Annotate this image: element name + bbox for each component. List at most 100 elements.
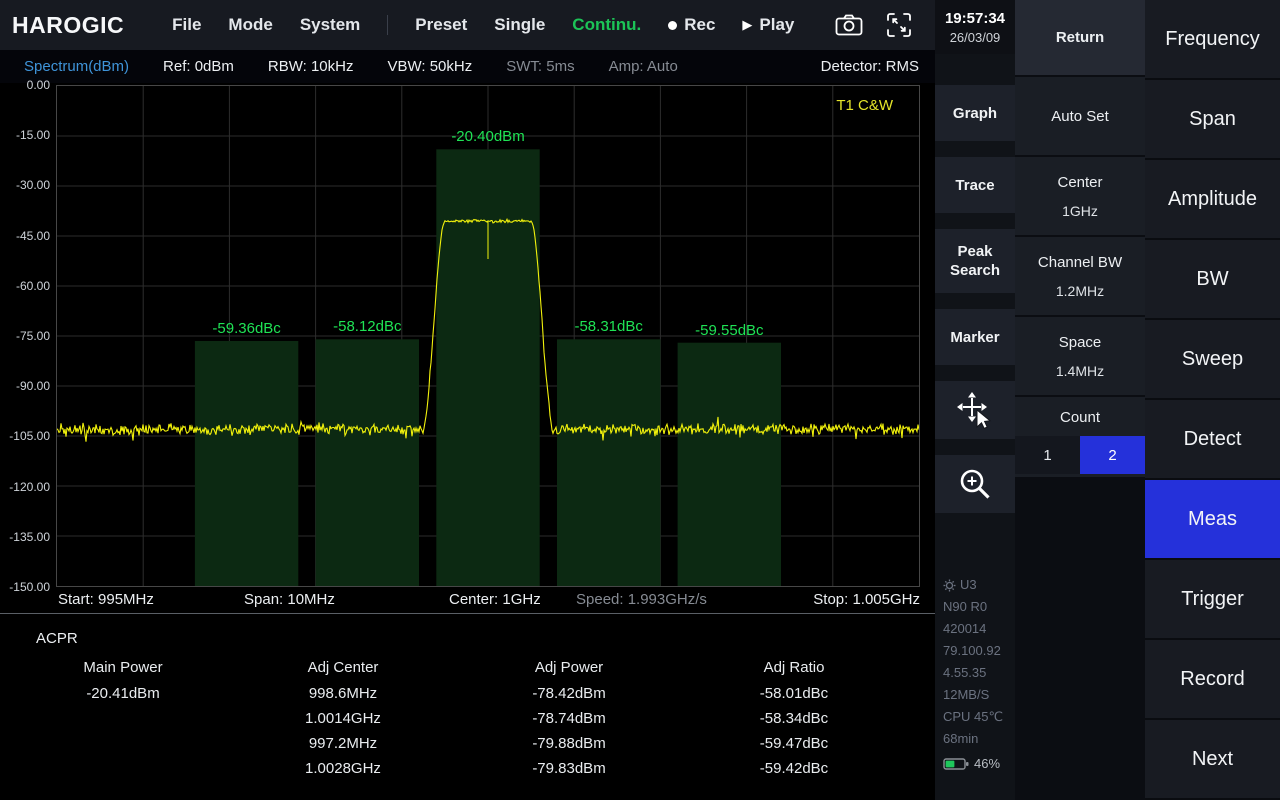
- acpr-cell-empty: [18, 756, 228, 781]
- acpr-header-adj-ratio: Adj Ratio: [680, 654, 908, 681]
- clock-date: 26/03/09: [950, 30, 1001, 45]
- y-tick-label: -75.00: [0, 329, 50, 343]
- return-button[interactable]: Return: [1015, 0, 1145, 75]
- detector-setting[interactable]: Detector: RMS: [821, 58, 919, 75]
- acpr-cell-empty: [18, 731, 228, 756]
- screenshot-button[interactable]: [831, 8, 867, 42]
- graph-button[interactable]: Graph: [935, 85, 1015, 141]
- menu-play[interactable]: ▶ Play: [742, 15, 794, 35]
- axis-span: Span: 10MHz: [244, 591, 335, 608]
- main-menubar: File Mode System Preset Single Continu. …: [172, 15, 794, 35]
- channel-power-label: -59.55dBc: [664, 322, 794, 339]
- axis-stop: Stop: 1.005GHz: [813, 591, 920, 608]
- device-status: U3 N90 R0 420014 79.100.92 4.55.35 12MB/…: [935, 574, 1015, 775]
- menu-next[interactable]: Next: [1145, 720, 1280, 800]
- y-tick-label: -135.00: [0, 530, 50, 544]
- menu-mode[interactable]: Mode: [228, 15, 272, 35]
- acpr-panel: ACPR Main Power Adj Center Adj Power Adj…: [0, 616, 935, 800]
- topbar-icons: [831, 8, 917, 42]
- ref-level[interactable]: Ref: 0dBm: [163, 58, 234, 75]
- menu-rec-label: Rec: [684, 15, 715, 35]
- acpr-cell: -78.74dBm: [458, 706, 680, 731]
- channel-power-label: -58.31dBc: [544, 318, 674, 335]
- channel-bw-button[interactable]: Channel BW 1.2MHz: [1015, 237, 1145, 315]
- trace-button[interactable]: Trace: [935, 157, 1015, 213]
- acpr-cell: -79.83dBm: [458, 756, 680, 781]
- clock: 19:57:34 26/03/09: [935, 0, 1015, 54]
- acpr-header-main-power: Main Power: [18, 654, 228, 681]
- app-logo: HAROGIC: [12, 12, 124, 39]
- play-icon: ▶: [742, 17, 752, 33]
- y-tick-label: -45.00: [0, 229, 50, 243]
- spectrum-analyzer-app: HAROGIC File Mode System Preset Single C…: [0, 0, 1280, 800]
- acpr-header-adj-center: Adj Center: [228, 654, 458, 681]
- spectrum-plot[interactable]: T1 C&W -59.36dBc-58.12dBc-58.31dBc-59.55…: [56, 85, 920, 587]
- status-runtime: 68min: [943, 728, 1015, 750]
- y-tick-label: -150.00: [0, 580, 50, 594]
- menu-continuous[interactable]: Continu.: [572, 15, 641, 35]
- menu-meas[interactable]: Meas: [1145, 480, 1280, 560]
- acpr-header-adj-power: Adj Power: [458, 654, 680, 681]
- menu-trigger[interactable]: Trigger: [1145, 560, 1280, 640]
- y-tick-label: 0.00: [0, 78, 50, 92]
- acpr-cell: -59.47dBc: [680, 731, 908, 756]
- battery-percent: 46%: [974, 753, 1000, 775]
- pan-arrows-icon: [956, 391, 994, 429]
- count-option-2[interactable]: 2: [1080, 436, 1145, 474]
- center-frequency-button[interactable]: Center 1GHz: [1015, 157, 1145, 235]
- acpr-cell: -58.34dBc: [680, 706, 908, 731]
- menu-play-label: Play: [759, 15, 794, 35]
- channel-power-label: -59.36dBc: [182, 320, 312, 337]
- status-ip: 79.100.92: [943, 640, 1015, 662]
- y-axis-labels: 0.00-15.00-30.00-45.00-60.00-75.00-90.00…: [0, 85, 52, 597]
- menu-frequency[interactable]: Frequency: [1145, 0, 1280, 80]
- menu-span[interactable]: Span: [1145, 80, 1280, 160]
- acpr-cell: 1.0014GHz: [228, 706, 458, 731]
- record-dot-icon: [668, 21, 677, 30]
- zoom-in-button[interactable]: [935, 455, 1015, 513]
- vbw-setting[interactable]: VBW: 50kHz: [387, 58, 472, 75]
- status-datarate: 12MB/S: [943, 684, 1015, 706]
- acpr-cell-empty: [18, 706, 228, 731]
- swt-setting[interactable]: SWT: 5ms: [506, 58, 574, 75]
- auto-set-button[interactable]: Auto Set: [1015, 77, 1145, 155]
- trace-tag: T1 C&W: [836, 97, 893, 114]
- menu-single[interactable]: Single: [494, 15, 545, 35]
- menu-rec[interactable]: Rec: [668, 15, 715, 35]
- acpr-cell: 1.0028GHz: [228, 756, 458, 781]
- menu-amplitude[interactable]: Amplitude: [1145, 160, 1280, 240]
- status-model: N90 R0: [943, 596, 1015, 618]
- y-tick-label: -30.00: [0, 178, 50, 192]
- marker-button[interactable]: Marker: [935, 309, 1015, 365]
- pan-button[interactable]: [935, 381, 1015, 439]
- y-tick-label: -90.00: [0, 379, 50, 393]
- magnifier-plus-icon: [958, 467, 992, 501]
- main-menu-column: Frequency Span Amplitude BW Sweep Detect…: [1145, 0, 1280, 800]
- axis-speed: Speed: 1.993GHz/s: [576, 591, 707, 608]
- gear-icon: [943, 579, 956, 592]
- battery-icon: [943, 757, 969, 771]
- menu-detect[interactable]: Detect: [1145, 400, 1280, 480]
- menu-record[interactable]: Record: [1145, 640, 1280, 720]
- space-button[interactable]: Space 1.4MHz: [1015, 317, 1145, 395]
- menu-bw[interactable]: BW: [1145, 240, 1280, 320]
- usb-status: U3: [943, 574, 1015, 596]
- menu-system[interactable]: System: [300, 15, 360, 35]
- panel-divider: [0, 613, 935, 614]
- count-option-1[interactable]: 1: [1015, 436, 1080, 474]
- y-tick-label: -105.00: [0, 429, 50, 443]
- menu-file[interactable]: File: [172, 15, 201, 35]
- menu-sweep[interactable]: Sweep: [1145, 320, 1280, 400]
- menu-preset[interactable]: Preset: [415, 15, 467, 35]
- peak-search-button[interactable]: Peak Search: [935, 229, 1015, 293]
- rbw-setting[interactable]: RBW: 10kHz: [268, 58, 354, 75]
- count-label: Count: [1060, 409, 1100, 426]
- count-control: Count 1 2: [1015, 397, 1145, 477]
- amp-setting[interactable]: Amp: Auto: [609, 58, 678, 75]
- tool-column: 19:57:34 26/03/09 Graph Trace Peak Searc…: [935, 0, 1015, 800]
- y-tick-label: -120.00: [0, 480, 50, 494]
- space-value: 1.4MHz: [1056, 363, 1104, 379]
- acpr-cell: -58.01dBc: [680, 681, 908, 706]
- y-tick-label: -15.00: [0, 128, 50, 142]
- fullscreen-button[interactable]: [881, 8, 917, 42]
